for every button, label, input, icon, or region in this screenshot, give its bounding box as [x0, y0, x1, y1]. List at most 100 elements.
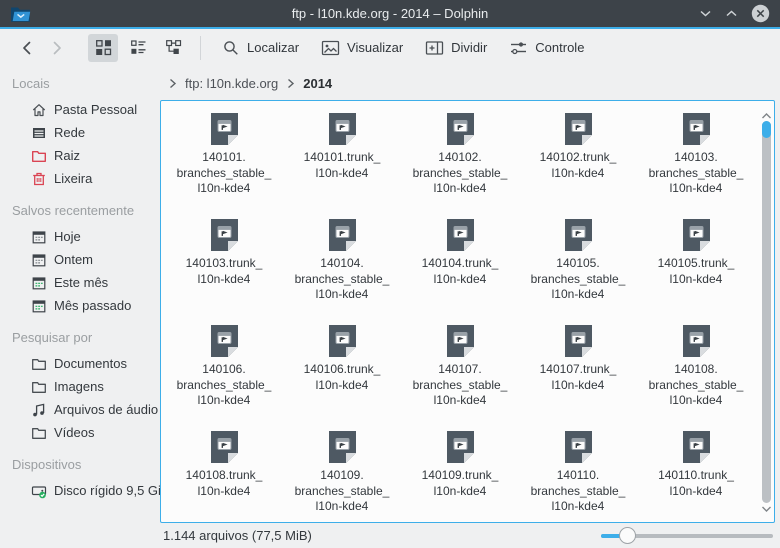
file-item[interactable]: 140106.branches_stable_l10n-kde4	[167, 325, 281, 431]
sidebar-item-label: Rede	[54, 125, 85, 140]
sidebar-item-imagens[interactable]: Imagens	[0, 375, 160, 398]
sidebar-item-label: Este mês	[54, 275, 108, 290]
video-file-icon	[447, 113, 474, 145]
sidebar-item-label: Arquivos de áudio	[54, 402, 158, 417]
file-name: 140103.trunk_l10n-kde4	[186, 256, 263, 287]
video-file-icon	[447, 219, 474, 251]
trash-icon	[31, 171, 47, 187]
file-name: 140110.trunk_l10n-kde4	[658, 468, 734, 499]
sidebar-section-title: Dispositivos	[12, 457, 160, 472]
control-icon	[509, 39, 528, 57]
localizar-label: Localizar	[247, 40, 299, 55]
file-item[interactable]: 140107.trunk_l10n-kde4	[521, 325, 635, 431]
sidebar-item-label: Lixeira	[54, 171, 92, 186]
sidebar-item-v-deos[interactable]: Vídeos	[0, 421, 160, 444]
forward-button[interactable]	[42, 33, 72, 63]
sidebar-item-disco-r-gido-9-5-gib[interactable]: Disco rígido 9,5 GiB	[0, 479, 160, 502]
file-item[interactable]: 140105.branches_stable_l10n-kde4	[521, 219, 635, 325]
file-item[interactable]: 140108.trunk_l10n-kde4	[167, 431, 281, 537]
sidebar-item-lixeira[interactable]: Lixeira	[0, 167, 160, 190]
sidebar-item-label: Imagens	[54, 379, 104, 394]
icons-view-button[interactable]	[88, 34, 118, 62]
visualizar-button[interactable]: Visualizar	[310, 33, 414, 63]
file-item[interactable]: 140104.branches_stable_l10n-kde4	[285, 219, 399, 325]
calendar-icon	[31, 229, 47, 245]
file-item[interactable]: 140108.branches_stable_l10n-kde4	[639, 325, 753, 431]
sidebar-item-label: Raiz	[54, 148, 80, 163]
video-file-icon	[211, 431, 238, 463]
scrollbar-track[interactable]	[762, 121, 771, 503]
file-item[interactable]: 140102.branches_stable_l10n-kde4	[403, 113, 517, 219]
close-button[interactable]	[751, 4, 770, 23]
breadcrumb-segment-2014[interactable]: 2014	[303, 76, 332, 91]
network-icon	[31, 125, 47, 141]
file-item[interactable]: 140103.branches_stable_l10n-kde4	[639, 113, 753, 219]
sidebar-item-pasta-pessoal[interactable]: Pasta Pessoal	[0, 98, 160, 121]
sidebar-item-hoje[interactable]: Hoje	[0, 225, 160, 248]
vertical-scrollbar[interactable]	[760, 103, 773, 520]
video-file-icon	[683, 113, 710, 145]
toolbar: Localizar VisualizarDividirControle	[0, 29, 780, 66]
scrollbar-thumb[interactable]	[762, 121, 771, 138]
file-item[interactable]: 140109.branches_stable_l10n-kde4	[285, 431, 399, 537]
maximize-button[interactable]	[725, 9, 738, 18]
localizar-button[interactable]: Localizar	[211, 33, 310, 63]
window-controls	[699, 4, 770, 23]
sidebar-item-label: Vídeos	[54, 425, 94, 440]
tree-view-icon	[165, 39, 182, 56]
file-item[interactable]: 140107.branches_stable_l10n-kde4	[403, 325, 517, 431]
file-item[interactable]: 140110.branches_stable_l10n-kde4	[521, 431, 635, 537]
file-item[interactable]: 140102.trunk_l10n-kde4	[521, 113, 635, 219]
sidebar-item-documentos[interactable]: Documentos	[0, 352, 160, 375]
file-item[interactable]: 140110.trunk_l10n-kde4	[639, 431, 753, 537]
back-button[interactable]	[12, 33, 42, 63]
music-icon	[31, 402, 47, 418]
video-file-icon	[211, 219, 238, 251]
file-item[interactable]: 140103.trunk_l10n-kde4	[167, 219, 281, 325]
window-title: ftp - l10n.kde.org - 2014 – Dolphin	[0, 6, 780, 21]
file-grid: 140101.branches_stable_l10n-kde4 140101.t…	[165, 113, 755, 537]
sidebar-item-label: Mês passado	[54, 298, 131, 313]
file-item[interactable]: 140109.trunk_l10n-kde4	[403, 431, 517, 537]
file-item[interactable]: 140106.trunk_l10n-kde4	[285, 325, 399, 431]
dolphin-app-icon	[10, 5, 31, 22]
file-item[interactable]: 140104.trunk_l10n-kde4	[403, 219, 517, 325]
sidebar-item-label: Ontem	[54, 252, 93, 267]
sidebar-item-label: Documentos	[54, 356, 127, 371]
video-file-icon	[329, 431, 356, 463]
dividir-button[interactable]: Dividir	[414, 33, 498, 63]
sidebar-item-ontem[interactable]: Ontem	[0, 248, 160, 271]
chevron-right-icon	[286, 78, 295, 89]
sidebar-item-rede[interactable]: Rede	[0, 121, 160, 144]
zoom-slider[interactable]	[601, 527, 773, 545]
video-file-icon	[683, 219, 710, 251]
file-name: 140110.branches_stable_l10n-kde4	[531, 468, 626, 515]
file-item[interactable]: 140101.trunk_l10n-kde4	[285, 113, 399, 219]
sidebar-section-locais: LocaisPasta PessoalRedeRaizLixeira	[0, 76, 160, 190]
scroll-down-icon[interactable]	[761, 500, 772, 518]
sidebar-section-salvos-recentemente: Salvos recentementeHojeOntemEste mêsMês …	[0, 203, 160, 317]
file-item[interactable]: 140101.branches_stable_l10n-kde4	[167, 113, 281, 219]
video-file-icon	[683, 325, 710, 357]
file-name: 140101.branches_stable_l10n-kde4	[177, 150, 272, 197]
sidebar-item-arquivos-de-udio[interactable]: Arquivos de áudio	[0, 398, 160, 421]
sidebar-item-este-m-s[interactable]: Este mês	[0, 271, 160, 294]
statusbar: 1.144 arquivos (77,5 MiB)	[160, 523, 780, 548]
controle-button[interactable]: Controle	[498, 33, 595, 63]
video-file-icon	[329, 325, 356, 357]
video-file-icon	[565, 219, 592, 251]
video-file-icon	[329, 113, 356, 145]
tree-view-button[interactable]	[158, 34, 188, 62]
toolbar-actions: Localizar VisualizarDividirControle	[211, 33, 595, 63]
calendar-icon	[31, 252, 47, 268]
file-item[interactable]: 140105.trunk_l10n-kde4	[639, 219, 753, 325]
sidebar-item-raiz[interactable]: Raiz	[0, 144, 160, 167]
zoom-slider-handle[interactable]	[619, 527, 636, 544]
file-name: 140108.branches_stable_l10n-kde4	[649, 362, 744, 409]
minimize-button[interactable]	[699, 9, 712, 18]
breadcrumb-segment-ftp-l10n-kde-org[interactable]: ftp: l10n.kde.org	[185, 76, 278, 91]
preview-icon	[321, 39, 340, 57]
split-icon	[425, 39, 444, 57]
sidebar-item-m-s-passado[interactable]: Mês passado	[0, 294, 160, 317]
details-view-button[interactable]	[123, 34, 153, 62]
